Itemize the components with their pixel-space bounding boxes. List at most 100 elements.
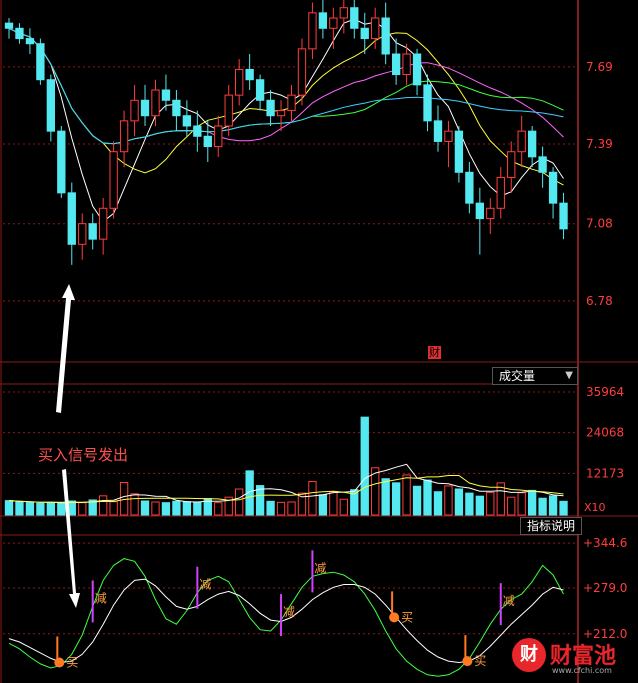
candle-body [255, 79, 265, 101]
volume-indicator-selector[interactable]: 成交量 ▼ [492, 367, 578, 385]
candle-body [78, 223, 87, 245]
indicator-help-button[interactable]: 指标说明 [520, 517, 583, 535]
volume-bar [193, 501, 202, 516]
logo-icon: 财 [512, 638, 546, 672]
finance-marker-tag[interactable]: 财 [428, 346, 441, 359]
volume-bar [15, 501, 24, 516]
candle-body [527, 130, 537, 158]
candle-body [381, 17, 390, 55]
volume-bar [57, 502, 66, 516]
volume-bar [182, 501, 192, 516]
candle-body [214, 125, 223, 148]
volume-bar [360, 416, 369, 516]
volume-bar [130, 493, 139, 516]
volume-bar [119, 482, 129, 516]
price-tick-label: 7.39 [586, 137, 613, 151]
volume-bar [559, 500, 568, 516]
volume-bar [423, 479, 432, 516]
volume-bar [329, 491, 338, 516]
candle-body [203, 135, 212, 148]
volume-bar [172, 500, 181, 516]
candle-body [109, 151, 118, 209]
volume-bar [454, 488, 464, 516]
candle-body [46, 79, 56, 132]
volume-bar [318, 494, 328, 516]
volume-bar [391, 482, 401, 516]
volume-bar [486, 491, 495, 516]
buy-signal-dot [462, 656, 473, 667]
volume-bar [235, 488, 244, 516]
candle-body [4, 22, 14, 29]
volume-bar [99, 495, 108, 516]
candle-body [308, 12, 317, 50]
candle-body [402, 53, 411, 76]
buy-signal-label: 买 [401, 610, 413, 624]
candle-body [119, 120, 129, 153]
candle-body [25, 38, 35, 45]
volume-bar [433, 491, 443, 516]
candle-body [423, 84, 432, 122]
volume-bar [548, 495, 558, 516]
volume-bar [339, 498, 348, 516]
candle-body [224, 94, 233, 127]
candle-body [88, 223, 97, 240]
volume-bar [36, 502, 45, 516]
dropdown-arrow-icon: ▼ [565, 370, 573, 381]
chart-canvas: 7.69 7.39 7.08 6.78 35964 24068 12173 +344.6 +27… [0, 0, 638, 683]
volume-unit-label: X10 [584, 501, 606, 514]
candle-body [172, 99, 181, 117]
volume-selector-label: 成交量 [499, 369, 536, 383]
price-tick-label: 7.69 [586, 60, 613, 74]
candle-body [538, 156, 547, 173]
candle-body [235, 68, 244, 96]
volume-tick-label: 12173 [586, 466, 624, 480]
candle-body [360, 27, 369, 40]
reduce-signal-label: 减 [314, 561, 326, 575]
buy-signal-label: 买 [474, 654, 486, 668]
price-tick-label: 7.08 [586, 217, 613, 231]
volume-bar [109, 501, 118, 516]
arrow-up-icon [56, 284, 75, 413]
reduce-signal-label: 减 [95, 591, 107, 605]
volume-bar [444, 485, 453, 516]
candle-body [486, 207, 495, 220]
reduce-signal-label: 减 [199, 578, 211, 592]
buy-signal-label: 买 [66, 655, 78, 669]
candle-body [182, 115, 192, 127]
candle-body [559, 202, 568, 230]
buy-signal-dot [389, 612, 400, 623]
volume-bar [527, 489, 537, 516]
candle-body [444, 130, 453, 142]
candle-body [36, 43, 45, 81]
candle-body [297, 48, 307, 96]
candle-body [140, 99, 150, 117]
candle-body [339, 7, 348, 19]
candle-body [329, 17, 338, 29]
indicator-tick-label: +344.6 [583, 536, 627, 550]
volume-tick-label: 35964 [586, 385, 624, 399]
price-tick-label: 6.78 [586, 294, 613, 308]
candle-body [151, 89, 160, 117]
volume-bar [402, 474, 411, 516]
volume-bar [140, 500, 150, 516]
candle-body [161, 89, 171, 101]
candle-body [465, 171, 474, 204]
volume-bar [412, 485, 422, 516]
candle-body [433, 120, 443, 142]
candle-body [245, 68, 254, 81]
candle-body [548, 171, 558, 204]
candle-body [276, 110, 286, 117]
volume-bar [214, 502, 223, 516]
volume-tick-label: 24068 [586, 426, 624, 440]
candle-body [67, 192, 76, 245]
volume-bar [517, 492, 526, 516]
candle-body [193, 125, 202, 137]
candle-body [99, 207, 108, 240]
reduce-signal-label: 减 [503, 594, 515, 608]
candle-body [130, 99, 139, 122]
candle-body [507, 151, 516, 178]
candle-body [496, 176, 505, 209]
volume-bar [538, 497, 547, 516]
candle-body [412, 53, 422, 86]
reduce-signal-label: 减 [283, 605, 295, 619]
